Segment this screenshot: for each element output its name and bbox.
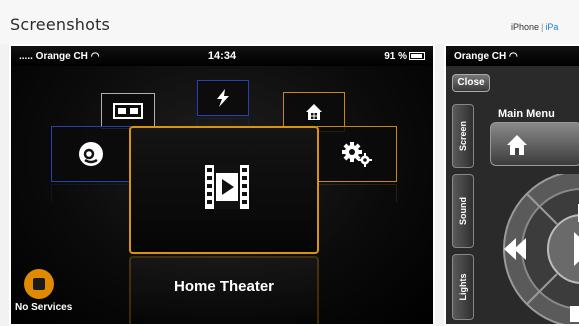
screenshot-iphone[interactable]: ..... Orange CH ◠ 14:34 91 % Home Theate… — [9, 44, 435, 326]
tab-iphone[interactable]: iPhone — [511, 22, 539, 32]
main-menu-label: Main Menu — [498, 108, 555, 120]
header: Screenshots iPhone | iPa — [0, 0, 579, 44]
status-bar-2: Orange CH ◠ — [446, 46, 579, 66]
status-bar: ..... Orange CH ◠ 14:34 91 % — [11, 46, 433, 66]
selected-tile-label: Home Theater — [173, 278, 275, 295]
house-icon — [306, 104, 322, 120]
main-menu-button[interactable] — [490, 122, 579, 166]
house-icon — [507, 135, 527, 155]
tab-separator: | — [541, 22, 544, 32]
film-icon — [205, 165, 249, 209]
directional-pad[interactable] — [482, 174, 579, 324]
no-services-label: No Services — [15, 302, 73, 313]
screenshot-remote[interactable]: Orange CH ◠ Close Screen Sound Lights Ma… — [444, 44, 579, 326]
carrier-label-2: Orange CH ◠ — [454, 51, 518, 62]
settings-tile[interactable] — [317, 126, 397, 182]
music-icon — [79, 142, 103, 166]
power-tile[interactable] — [197, 80, 249, 116]
remote-screen: Orange CH ◠ Close Screen Sound Lights Ma… — [446, 46, 579, 324]
wifi-icon: ◠ — [509, 51, 518, 62]
music-tile-reflection — [51, 184, 131, 202]
lightning-icon — [217, 89, 229, 107]
iphone-screen: ..... Orange CH ◠ 14:34 91 % Home Theate… — [11, 46, 433, 324]
tv-tile[interactable] — [101, 93, 155, 129]
battery-icon — [409, 52, 425, 60]
home-theater-tile[interactable] — [129, 126, 319, 254]
section-title: Screenshots — [10, 15, 111, 34]
side-tab-lights[interactable]: Lights — [452, 254, 474, 320]
gears-icon — [342, 142, 372, 167]
device-tabs: iPhone | iPa — [511, 22, 558, 32]
clock: 14:34 — [207, 50, 237, 62]
close-button[interactable]: Close — [452, 74, 490, 92]
side-tab-sound[interactable]: Sound — [452, 174, 474, 248]
tv-icon — [113, 103, 143, 119]
battery-indicator: 91 % — [384, 51, 425, 62]
music-tile[interactable] — [51, 126, 131, 182]
side-tab-screen[interactable]: Screen — [452, 104, 474, 168]
tab-ipad[interactable]: iPa — [545, 22, 558, 32]
settings-tile-reflection — [317, 184, 397, 202]
